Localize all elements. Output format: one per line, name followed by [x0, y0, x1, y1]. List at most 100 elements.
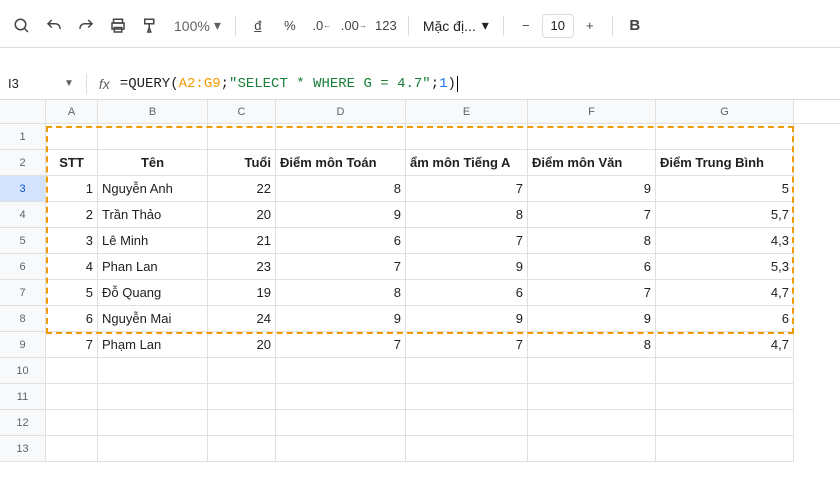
cell[interactable]: Điểm Trung Bình	[656, 150, 794, 176]
select-all-corner[interactable]	[0, 100, 46, 123]
cell[interactable]: Nguyễn Anh	[98, 176, 208, 202]
row-header[interactable]: 2	[0, 150, 46, 176]
row-header[interactable]: 11	[0, 384, 46, 410]
search-icon[interactable]	[8, 12, 36, 40]
cell[interactable]: 7	[406, 176, 528, 202]
zoom-select[interactable]: 100%▾	[168, 17, 227, 34]
row-header[interactable]: 1	[0, 124, 46, 150]
cell[interactable]	[528, 410, 656, 436]
cell[interactable]: 2	[46, 202, 98, 228]
row-header[interactable]: 4	[0, 202, 46, 228]
cell[interactable]: 8	[276, 280, 406, 306]
cell[interactable]: 7	[528, 280, 656, 306]
cell[interactable]	[528, 384, 656, 410]
cell[interactable]: 5	[656, 176, 794, 202]
cell[interactable]	[208, 436, 276, 462]
currency-icon[interactable]: đ	[244, 12, 272, 40]
cell[interactable]	[98, 410, 208, 436]
row-header[interactable]: 9	[0, 332, 46, 358]
cell[interactable]: 7	[406, 332, 528, 358]
cell[interactable]	[46, 358, 98, 384]
cell[interactable]	[46, 124, 98, 150]
cell-reference[interactable]: I3	[8, 76, 64, 91]
cell[interactable]: 6	[276, 228, 406, 254]
cell[interactable]	[406, 124, 528, 150]
cell[interactable]: 5,7	[656, 202, 794, 228]
cell[interactable]: Lê Minh	[98, 228, 208, 254]
cell[interactable]: Điểm môn Văn	[528, 150, 656, 176]
font-select[interactable]: Mặc đị...▾	[417, 17, 495, 34]
row-header[interactable]: 10	[0, 358, 46, 384]
cell[interactable]	[656, 436, 794, 462]
cell[interactable]: 20	[208, 332, 276, 358]
percent-icon[interactable]: %	[276, 12, 304, 40]
cell[interactable]	[276, 410, 406, 436]
col-header-e[interactable]: E	[406, 100, 528, 123]
cell[interactable]: ẩm môn Tiếng A	[406, 150, 528, 176]
cell[interactable]: Tên	[98, 150, 208, 176]
undo-icon[interactable]	[40, 12, 68, 40]
cell[interactable]	[98, 436, 208, 462]
font-size-input[interactable]: 10	[542, 14, 574, 38]
cell[interactable]: 7	[276, 332, 406, 358]
cell[interactable]	[46, 436, 98, 462]
row-header[interactable]: 6	[0, 254, 46, 280]
cell[interactable]: 6	[656, 306, 794, 332]
cell[interactable]: 9	[276, 202, 406, 228]
cell[interactable]	[276, 384, 406, 410]
cell[interactable]: 6	[528, 254, 656, 280]
cell[interactable]: 3	[46, 228, 98, 254]
cell[interactable]: 7	[406, 228, 528, 254]
cell[interactable]	[208, 124, 276, 150]
decrease-font-icon[interactable]: −	[512, 12, 540, 40]
cell[interactable]: 4,7	[656, 280, 794, 306]
cell[interactable]	[656, 358, 794, 384]
cell[interactable]	[528, 124, 656, 150]
cell[interactable]	[406, 410, 528, 436]
cell[interactable]	[208, 410, 276, 436]
col-header-c[interactable]: C	[208, 100, 276, 123]
cell[interactable]: 7	[46, 332, 98, 358]
cell[interactable]	[46, 384, 98, 410]
paint-format-icon[interactable]	[136, 12, 164, 40]
col-header-b[interactable]: B	[98, 100, 208, 123]
cell[interactable]	[276, 124, 406, 150]
cell[interactable]	[98, 124, 208, 150]
cell[interactable]: 5,3	[656, 254, 794, 280]
cell[interactable]: Phạm Lan	[98, 332, 208, 358]
cell[interactable]	[98, 358, 208, 384]
cell[interactable]: 1	[46, 176, 98, 202]
cell[interactable]: 4,7	[656, 332, 794, 358]
row-header[interactable]: 7	[0, 280, 46, 306]
cell[interactable]: 19	[208, 280, 276, 306]
cell[interactable]: 24	[208, 306, 276, 332]
cell[interactable]: 23	[208, 254, 276, 280]
cell[interactable]: 8	[528, 228, 656, 254]
redo-icon[interactable]	[72, 12, 100, 40]
cell[interactable]: 9	[528, 176, 656, 202]
cell[interactable]	[46, 410, 98, 436]
cell[interactable]: 9	[406, 306, 528, 332]
cell[interactable]: Điểm môn Toán	[276, 150, 406, 176]
cell[interactable]	[656, 124, 794, 150]
cell[interactable]: 8	[406, 202, 528, 228]
cell[interactable]	[406, 384, 528, 410]
cell[interactable]: 7	[528, 202, 656, 228]
more-formats-icon[interactable]: 123	[372, 12, 400, 40]
cell[interactable]: 20	[208, 202, 276, 228]
cell[interactable]	[406, 436, 528, 462]
col-header-g[interactable]: G	[656, 100, 794, 123]
cell[interactable]: 5	[46, 280, 98, 306]
cell[interactable]: STT	[46, 150, 98, 176]
cell[interactable]: 7	[276, 254, 406, 280]
chevron-down-icon[interactable]: ▼	[64, 78, 74, 89]
cell[interactable]: 21	[208, 228, 276, 254]
bold-button[interactable]: B	[621, 12, 649, 40]
row-header[interactable]: 12	[0, 410, 46, 436]
cell[interactable]	[276, 358, 406, 384]
cell[interactable]: 4	[46, 254, 98, 280]
cell[interactable]: 8	[276, 176, 406, 202]
cell[interactable]	[656, 384, 794, 410]
col-header-a[interactable]: A	[46, 100, 98, 123]
cell[interactable]: Phan Lan	[98, 254, 208, 280]
